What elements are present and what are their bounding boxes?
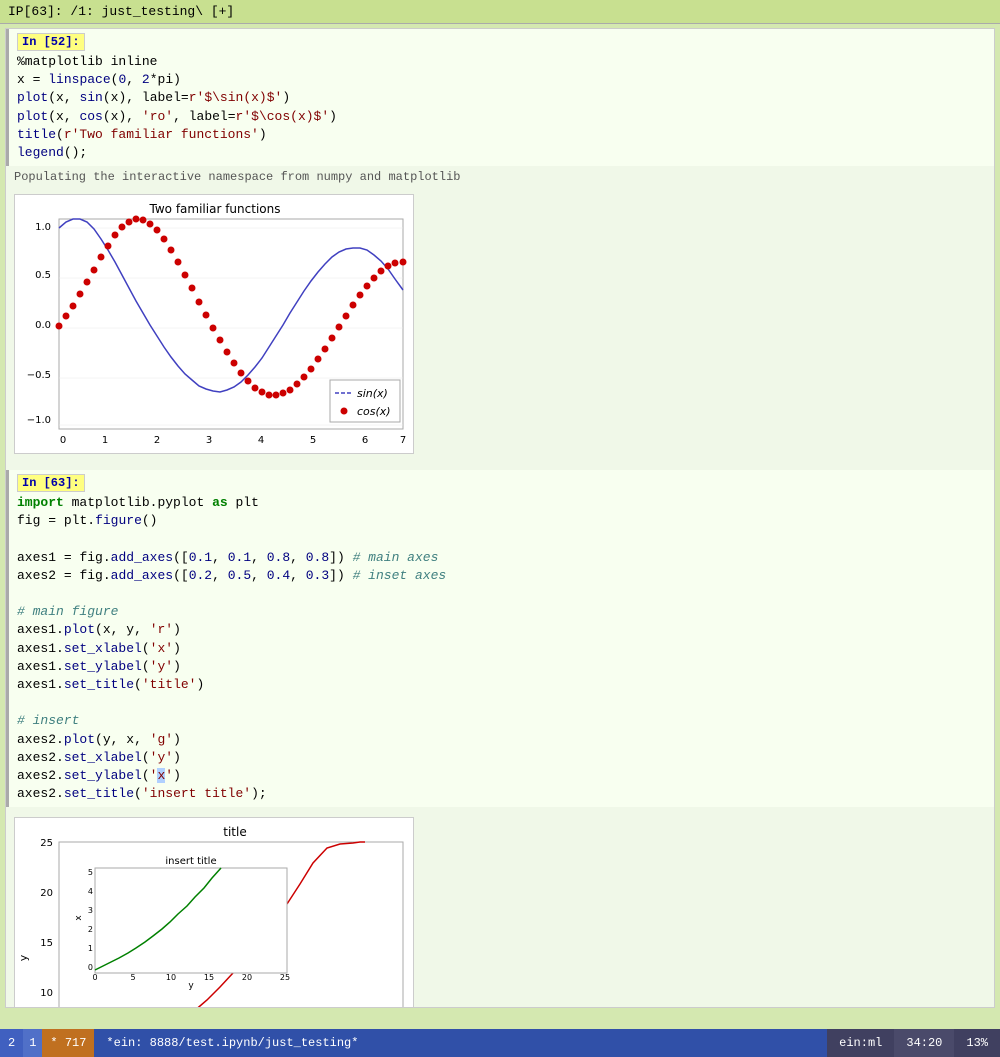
svg-text:0: 0 (88, 963, 93, 972)
svg-text:y: y (17, 955, 30, 962)
svg-text:0: 0 (60, 435, 66, 446)
svg-text:20: 20 (242, 973, 252, 982)
plot2: title y x 25 20 15 10 5 0 0 1 (14, 817, 414, 1008)
plot1: Two familiar functions 1.0 0.5 0.0 −0.5 … (14, 194, 414, 454)
svg-text:−0.5: −0.5 (27, 370, 51, 381)
plot2-container: title y x 25 20 15 10 5 0 0 1 (6, 809, 994, 1008)
cell-63-prompt: In [63]: (17, 474, 85, 492)
svg-text:10: 10 (40, 988, 53, 999)
svg-text:6: 6 (362, 435, 368, 446)
svg-text:0: 0 (92, 973, 97, 982)
plot1-container: Two familiar functions 1.0 0.5 0.0 −0.5 … (6, 186, 994, 462)
status-num2: 1 (23, 1029, 42, 1057)
inset-title: insert title (165, 856, 216, 867)
svg-text:0.0: 0.0 (35, 320, 51, 331)
svg-text:1: 1 (102, 435, 108, 446)
plot2-svg: title y x 25 20 15 10 5 0 0 1 (15, 818, 415, 1008)
titlebar-text: IP[63]: /1: just_testing\ [+] (8, 4, 234, 19)
svg-text:25: 25 (280, 973, 290, 982)
svg-text:cos(x): cos(x) (357, 405, 391, 418)
svg-text:15: 15 (204, 973, 214, 982)
svg-text:0.5: 0.5 (35, 270, 51, 281)
cell-63-input: In [63]: import matplotlib.pyplot as plt… (6, 470, 994, 807)
svg-text:1: 1 (88, 944, 93, 953)
cell-63-code[interactable]: import matplotlib.pyplot as plt fig = pl… (17, 494, 986, 803)
svg-text:10: 10 (166, 973, 176, 982)
statusbar: 2 1 * 717 *ein: 8888/test.ipynb/just_tes… (0, 1029, 1000, 1057)
svg-text:4: 4 (88, 887, 93, 896)
svg-text:−1.0: −1.0 (27, 415, 51, 426)
svg-text:1.0: 1.0 (35, 222, 51, 233)
status-right: ein:ml 34:20 13% (827, 1029, 1000, 1057)
cell-52-input: In [52]: %matplotlib inline x = linspace… (6, 29, 994, 166)
plot1-svg: Two familiar functions 1.0 0.5 0.0 −0.5 … (15, 195, 415, 455)
plot1-title: Two familiar functions (149, 202, 281, 216)
status-percent: 13% (954, 1029, 1000, 1057)
svg-text:2: 2 (154, 435, 160, 446)
status-filename: *ein: 8888/test.ipynb/just_testing* (94, 1029, 827, 1057)
svg-text:sin(x): sin(x) (357, 387, 388, 400)
status-position: 34:20 (894, 1029, 954, 1057)
cell-52-code[interactable]: %matplotlib inline x = linspace(0, 2*pi)… (17, 53, 986, 162)
svg-text:5: 5 (130, 973, 135, 982)
svg-text:5: 5 (310, 435, 316, 446)
svg-text:7: 7 (400, 435, 406, 446)
svg-text:25: 25 (40, 838, 53, 849)
svg-text:15: 15 (40, 938, 53, 949)
svg-text:4: 4 (258, 435, 264, 446)
cell-52-prompt: In [52]: (17, 33, 85, 51)
svg-text:3: 3 (206, 435, 212, 446)
svg-text:x: x (74, 915, 84, 921)
plot2-title: title (223, 825, 246, 839)
status-modified: * 717 (42, 1029, 94, 1057)
status-mode: ein:ml (827, 1029, 894, 1057)
svg-text:y: y (188, 981, 194, 991)
svg-text:5: 5 (88, 868, 93, 877)
titlebar: IP[63]: /1: just_testing\ [+] (0, 0, 1000, 24)
svg-text:2: 2 (88, 925, 93, 934)
svg-text:20: 20 (40, 888, 53, 899)
status-num1: 2 (0, 1029, 23, 1057)
cell-52-output-text: Populating the interactive namespace fro… (6, 168, 994, 186)
svg-text:3: 3 (88, 906, 93, 915)
notebook[interactable]: In [52]: %matplotlib inline x = linspace… (5, 28, 995, 1008)
